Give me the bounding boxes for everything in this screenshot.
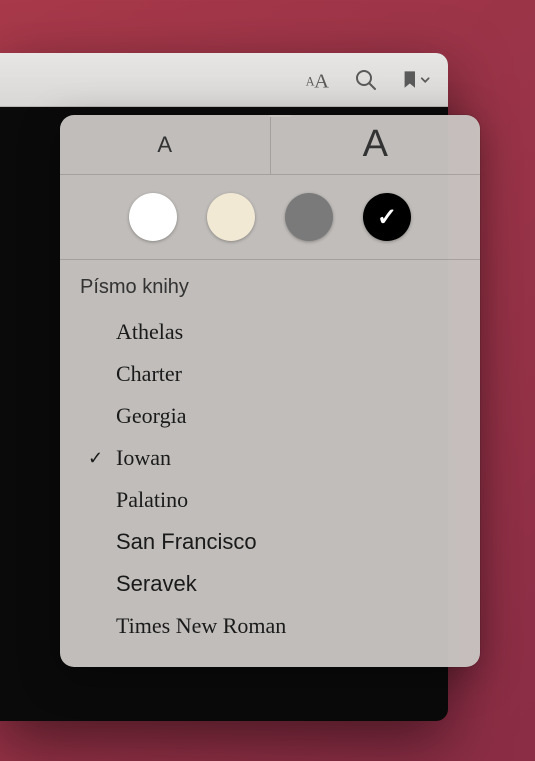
chevron-down-icon xyxy=(420,74,430,86)
check-icon: ✓ xyxy=(377,203,397,232)
search-button[interactable] xyxy=(352,66,380,94)
font-option-san-francisco[interactable]: San Francisco xyxy=(60,521,480,563)
font-option-label: Seravek xyxy=(116,571,197,597)
font-option-label: Athelas xyxy=(116,319,183,345)
font-option-athelas[interactable]: Athelas xyxy=(60,311,480,353)
font-option-iowan[interactable]: ✓ Iowan xyxy=(60,437,480,479)
theme-gray[interactable] xyxy=(285,193,333,241)
font-option-label: Georgia xyxy=(116,403,186,429)
font-section: Písmo knihy Athelas Charter Georgia ✓ Iowan P… xyxy=(60,260,480,667)
font-option-label: San Francisco xyxy=(116,529,257,555)
appearance-button[interactable]: A A xyxy=(302,66,330,94)
search-icon xyxy=(355,69,377,91)
appearance-popover: A A ✓ Písmo knihy Athelas Charter Georgia ✓… xyxy=(60,115,480,667)
font-section-header: Písmo knihy xyxy=(60,276,480,311)
font-option-label: Palatino xyxy=(116,487,188,513)
font-option-label: Times New Roman xyxy=(116,613,286,639)
font-option-label: Iowan xyxy=(116,445,171,471)
font-option-palatino[interactable]: Palatino xyxy=(60,479,480,521)
bookmark-button[interactable] xyxy=(402,66,430,94)
increase-font-button[interactable]: A xyxy=(271,115,481,174)
titlebar: A A xyxy=(0,53,448,107)
theme-row: ✓ xyxy=(60,175,480,260)
font-option-georgia[interactable]: Georgia xyxy=(60,395,480,437)
theme-sepia[interactable] xyxy=(207,193,255,241)
theme-night[interactable]: ✓ xyxy=(363,193,411,241)
bookmark-icon xyxy=(402,69,418,91)
font-option-times-new-roman[interactable]: Times New Roman xyxy=(60,605,480,647)
check-icon: ✓ xyxy=(88,448,103,469)
font-option-label: Charter xyxy=(116,361,182,387)
theme-white[interactable] xyxy=(129,193,177,241)
text-size-icon: A A xyxy=(302,69,330,91)
font-size-row: A A xyxy=(60,115,480,175)
font-option-seravek[interactable]: Seravek xyxy=(60,563,480,605)
font-list: Athelas Charter Georgia ✓ Iowan Palatino San F… xyxy=(60,311,480,647)
decrease-font-button[interactable]: A xyxy=(60,115,271,174)
svg-text:A: A xyxy=(314,70,329,91)
font-option-charter[interactable]: Charter xyxy=(60,353,480,395)
